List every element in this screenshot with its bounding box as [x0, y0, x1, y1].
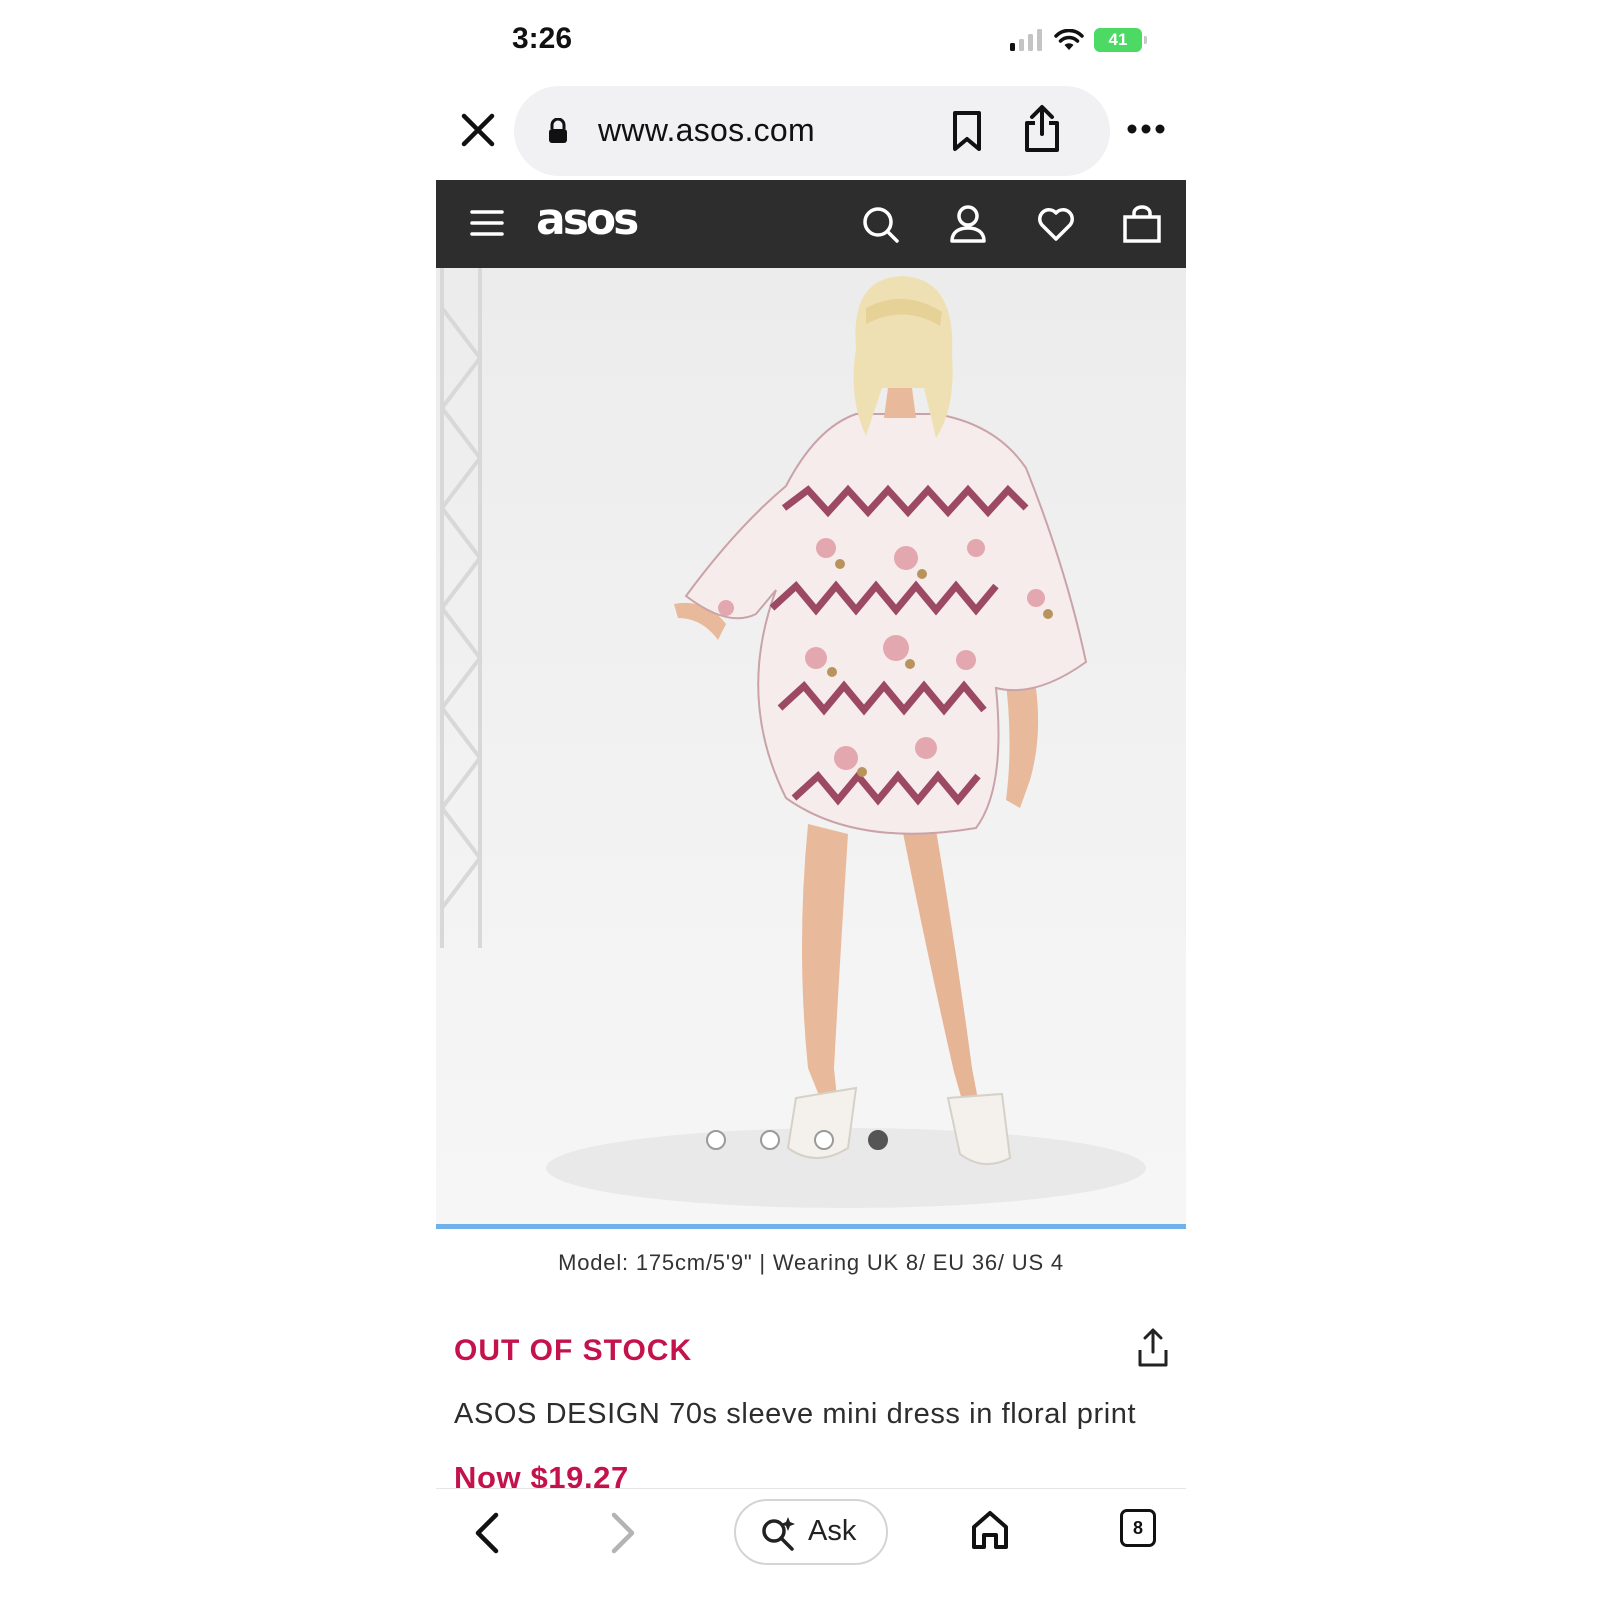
tabs-icon[interactable]: 8	[1120, 1509, 1156, 1547]
product-share-icon[interactable]	[1136, 1328, 1170, 1368]
browser-toolbar: Ask 8	[436, 1488, 1186, 1600]
ask-search-sparkle-icon	[762, 1517, 795, 1551]
search-icon[interactable]	[860, 204, 900, 244]
shopping-bag-icon[interactable]	[1122, 204, 1162, 244]
account-icon[interactable]	[948, 204, 988, 244]
product-price: Now $19.27	[454, 1460, 629, 1488]
status-bar: 3:26 41	[436, 0, 1186, 80]
home-icon[interactable]	[970, 1509, 1010, 1551]
address-bar[interactable]: www.asos.com	[514, 86, 1110, 176]
chevron-left-icon[interactable]	[470, 1511, 504, 1555]
stock-status: OUT OF STOCK	[454, 1334, 693, 1367]
lock-icon	[549, 118, 567, 143]
wifi-icon	[1054, 29, 1084, 50]
model-info: Model: 175cm/5'9" | Wearing UK 8/ EU 36/…	[558, 1250, 1064, 1275]
phone-screen: 3:26 41 www.asos.com asos Model: 175cm/5…	[436, 0, 1186, 1600]
more-icon[interactable]	[1126, 122, 1166, 136]
gallery-dot-active[interactable]	[868, 1130, 888, 1150]
close-icon[interactable]	[458, 110, 498, 150]
share-icon[interactable]	[1022, 104, 1062, 154]
ask-label: Ask	[808, 1515, 857, 1547]
heart-icon[interactable]	[1036, 204, 1076, 244]
product-photo[interactable]	[436, 268, 1186, 1228]
gallery-pagination	[436, 1130, 1186, 1154]
status-time: 3:26	[512, 22, 573, 55]
price-container: Now $19.27	[436, 1456, 1186, 1488]
chevron-right-icon[interactable]	[606, 1511, 640, 1555]
page-load-progress	[436, 1224, 1186, 1229]
gallery-dot[interactable]	[706, 1130, 726, 1150]
gallery-dot[interactable]	[814, 1130, 834, 1150]
status-indicators: 41	[1010, 28, 1147, 52]
site-header: asos	[436, 180, 1186, 268]
ask-button[interactable]: Ask	[734, 1499, 888, 1565]
product-photo-illustration	[439, 268, 1146, 1208]
battery-indicator: 41	[1094, 28, 1147, 52]
browser-url-row: www.asos.com	[436, 86, 1186, 178]
gallery-dot[interactable]	[760, 1130, 780, 1150]
hamburger-menu-icon[interactable]	[470, 208, 504, 238]
bookmark-icon[interactable]	[950, 110, 984, 152]
url-text: www.asos.com	[598, 112, 815, 148]
asos-logo[interactable]: asos	[536, 194, 639, 245]
cellular-signal-icon	[1010, 29, 1042, 51]
product-title: ASOS DESIGN 70s sleeve mini dress in flo…	[454, 1398, 1137, 1430]
